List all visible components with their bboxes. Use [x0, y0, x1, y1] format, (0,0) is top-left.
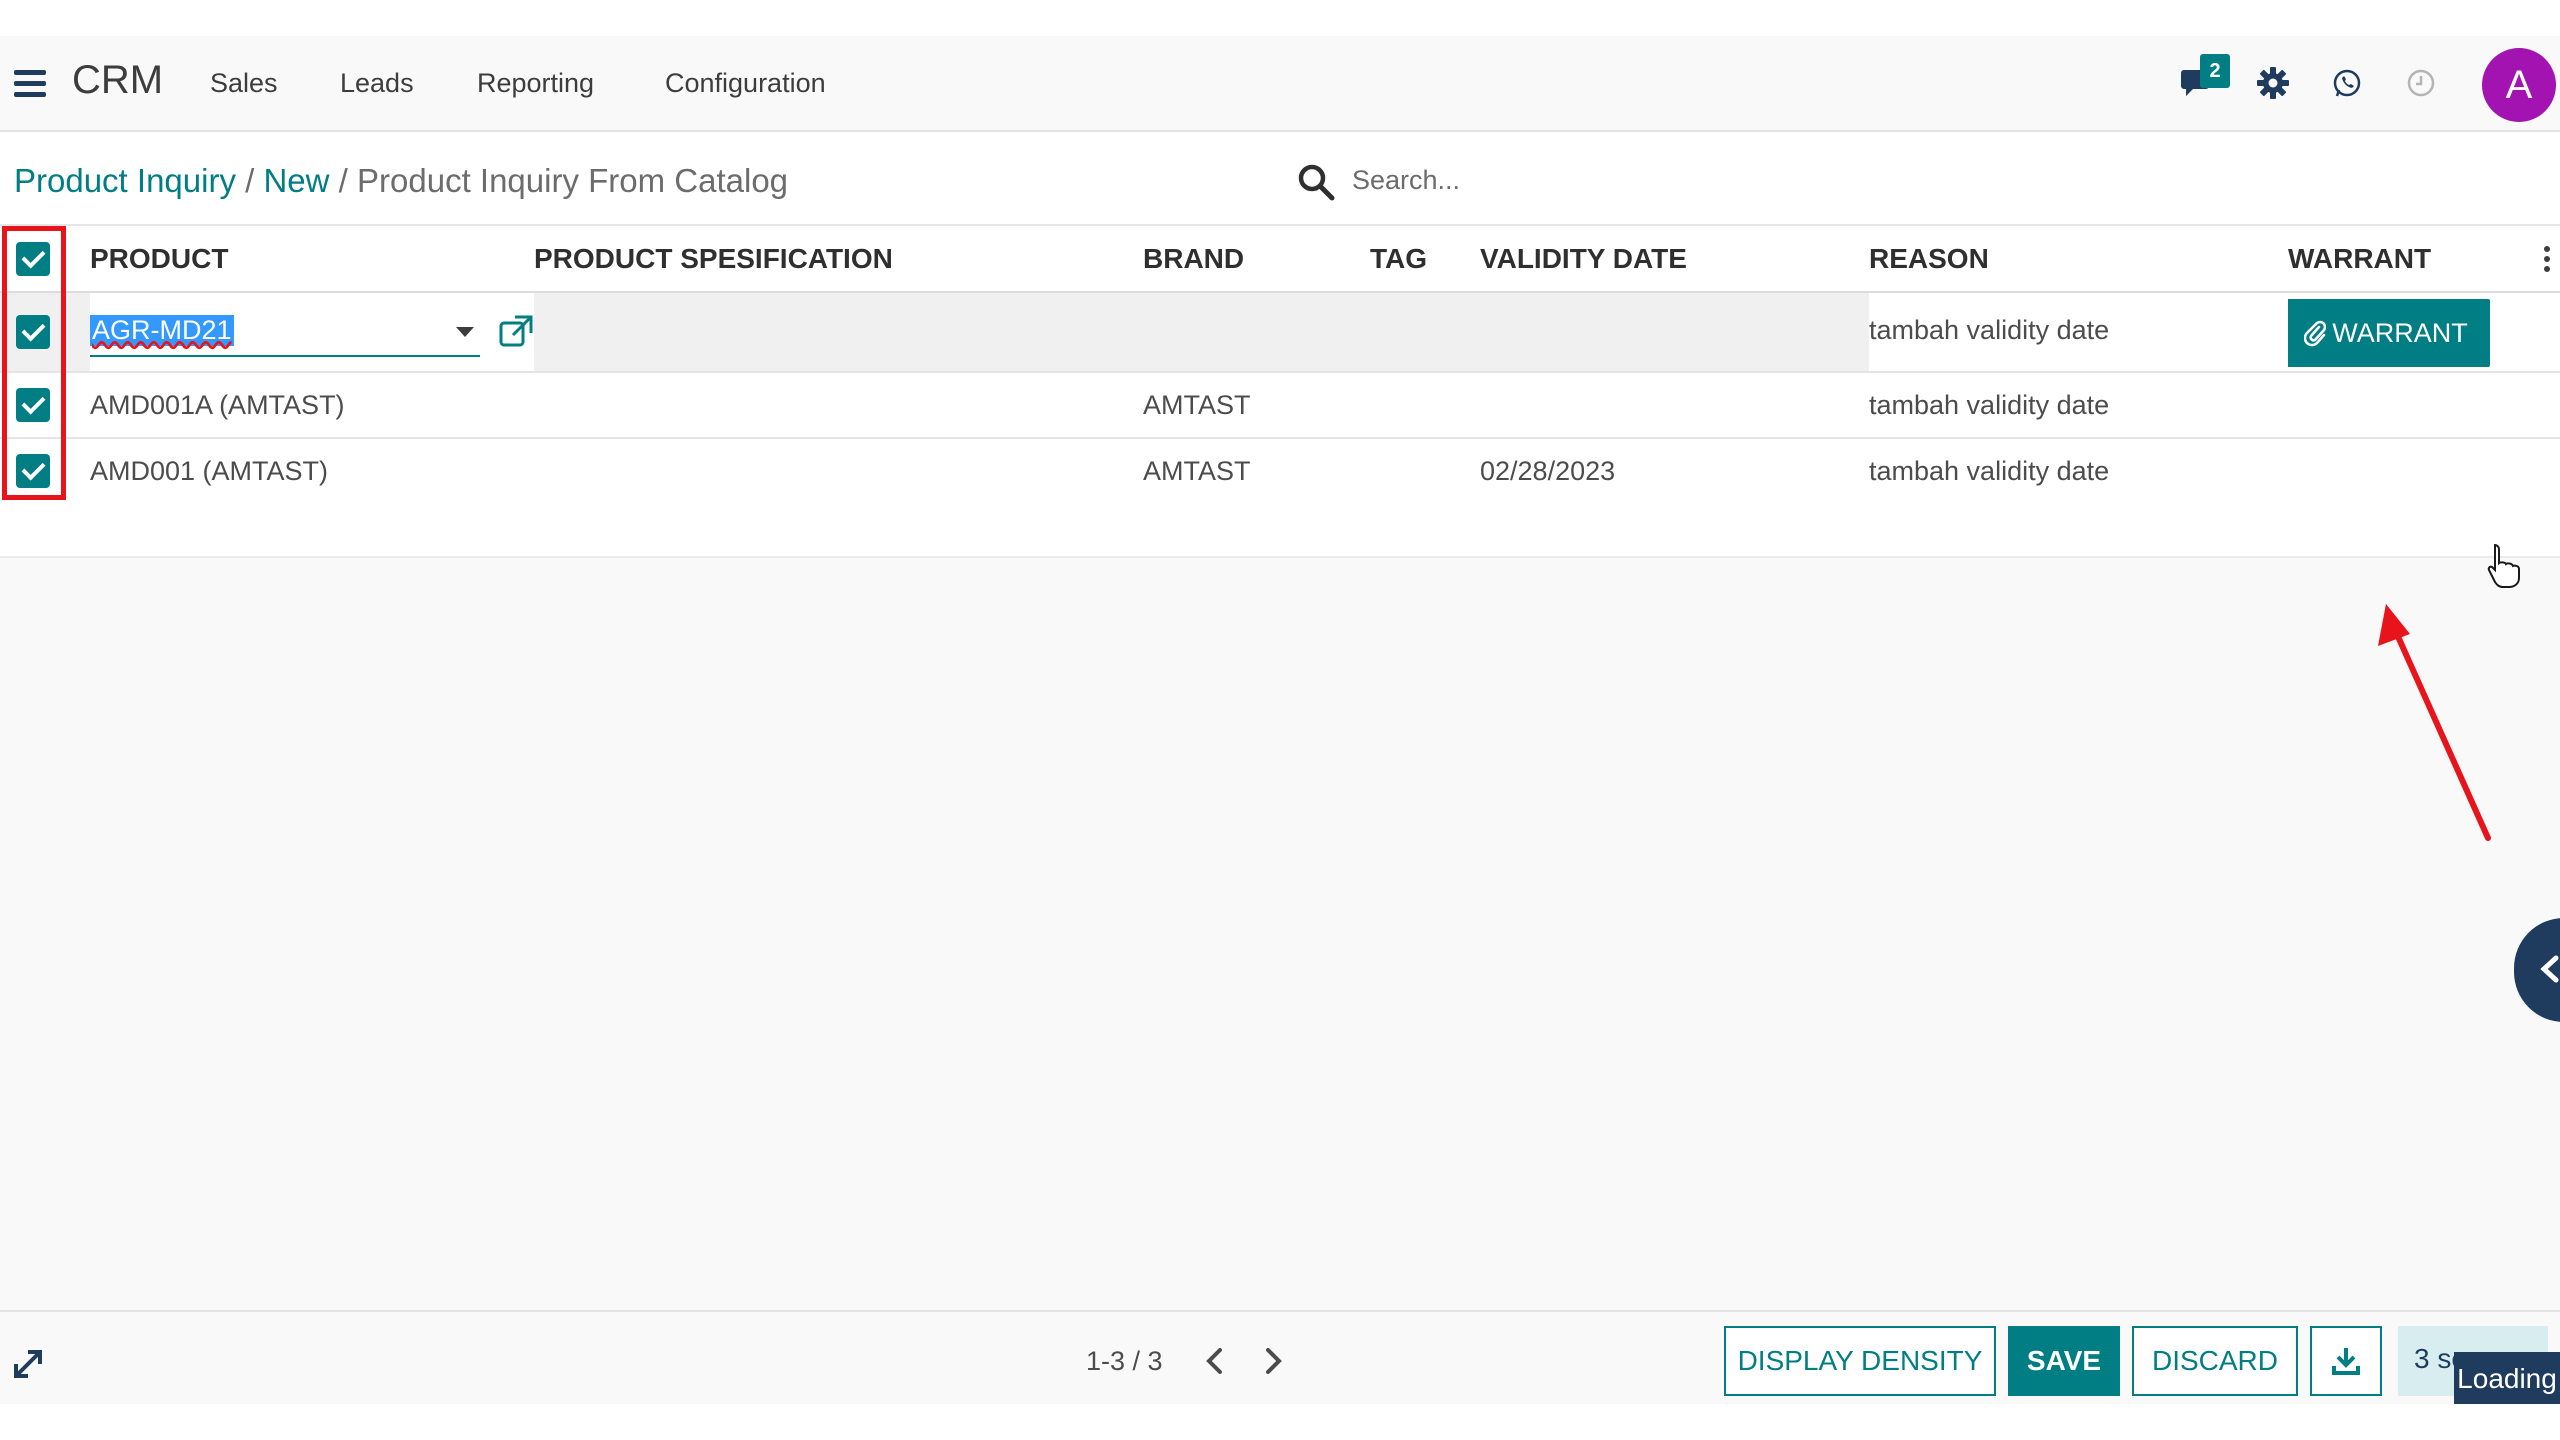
download-button[interactable] [2310, 1326, 2382, 1396]
select-all-checkbox[interactable] [16, 241, 50, 276]
whatsapp-icon[interactable] [2324, 60, 2370, 106]
tag-cell[interactable] [1370, 292, 1480, 373]
specification-cell[interactable] [534, 372, 1143, 439]
top-navbar: CRM Sales Leads Reporting Configuration … [0, 36, 2560, 132]
app-name[interactable]: CRM [72, 58, 163, 103]
expand-icon[interactable] [12, 1348, 44, 1380]
product-cell[interactable]: AMD001 (AMTAST) [90, 438, 534, 505]
table-row[interactable]: AGR-MD21 tambah validity date WARRANT [0, 292, 2560, 373]
warrant-cell: WARRANT [2288, 292, 2560, 373]
column-header-warrant[interactable]: WARRANT [2288, 226, 2560, 293]
brand-cell[interactable] [1143, 292, 1370, 373]
validity-date-cell[interactable] [1480, 292, 1869, 373]
paperclip-icon [2304, 320, 2327, 347]
row-checkbox[interactable] [16, 315, 50, 349]
list-view: PRODUCT PRODUCT SPESIFICATION BRAND TAG … [0, 226, 2560, 1310]
product-cell: AGR-MD21 [90, 292, 534, 373]
reason-cell[interactable]: tambah validity date [1869, 372, 2288, 439]
breadcrumb-current: Product Inquiry From Catalog [357, 162, 789, 199]
breadcrumb-separator: / [338, 162, 358, 199]
display-density-button[interactable]: DISPLAY DENSITY [1724, 1326, 1996, 1396]
annotation-arrow [2378, 604, 2491, 841]
brand-cell[interactable]: AMTAST [1143, 438, 1370, 505]
optional-columns-kebab-icon[interactable] [2544, 246, 2554, 276]
bottom-strip [0, 1404, 2560, 1440]
user-avatar[interactable]: A [2482, 48, 2556, 122]
product-inquiry-table: PRODUCT PRODUCT SPESIFICATION BRAND TAG … [0, 226, 2560, 505]
warrant-cell[interactable] [2288, 438, 2560, 505]
empty-row-band [0, 502, 2560, 558]
hamburger-menu-icon[interactable] [14, 70, 46, 100]
loading-indicator: Loading [2454, 1352, 2560, 1406]
table-row[interactable]: AMD001A (AMTAST) AMTAST tambah validity … [0, 372, 2560, 439]
table-row[interactable]: AMD001 (AMTAST) AMTAST 02/28/2023 tambah… [0, 438, 2560, 505]
row-select-cell [0, 438, 90, 505]
reason-cell[interactable]: tambah validity date [1869, 438, 2288, 505]
settings-gear-icon[interactable] [2250, 60, 2296, 106]
download-icon [2332, 1348, 2360, 1375]
top-strip [0, 0, 2560, 36]
nav-item-configuration[interactable]: Configuration [665, 68, 826, 99]
row-checkbox[interactable] [16, 454, 50, 488]
chatter-toggle-tab[interactable] [2514, 918, 2560, 1022]
product-many2one-field[interactable]: AGR-MD21 [90, 307, 480, 357]
breadcrumb: Product Inquiry / New / Product Inquiry … [14, 162, 788, 200]
warrant-cell[interactable] [2288, 372, 2560, 439]
nav-item-sales[interactable]: Sales [210, 68, 278, 99]
tag-cell[interactable] [1370, 372, 1480, 439]
column-header-product-specification[interactable]: PRODUCT SPESIFICATION [534, 226, 1143, 293]
brand-cell[interactable]: AMTAST [1143, 372, 1370, 439]
breadcrumb-item-new[interactable]: New [263, 162, 329, 199]
list-footer: 1-3 / 3 DISPLAY DENSITY SAVE DISCARD 3 s… [0, 1310, 2560, 1406]
column-header-product[interactable]: PRODUCT [90, 226, 534, 293]
activity-clock-icon[interactable] [2398, 60, 2444, 106]
specification-cell[interactable] [534, 292, 1143, 373]
column-header-validity-date[interactable]: VALIDITY DATE [1480, 226, 1869, 293]
pager-previous-icon[interactable] [1200, 1344, 1230, 1378]
row-select-cell [0, 292, 90, 373]
save-button[interactable]: SAVE [2008, 1326, 2120, 1396]
pointer-cursor-icon [2486, 542, 2520, 588]
product-input[interactable]: AGR-MD21 [90, 315, 234, 346]
table-header-row: PRODUCT PRODUCT SPESIFICATION BRAND TAG … [0, 226, 2560, 293]
column-header-brand[interactable]: BRAND [1143, 226, 1370, 293]
pager-value[interactable]: 1-3 / 3 [1086, 1346, 1163, 1377]
search-icon[interactable] [1296, 162, 1336, 202]
chevron-left-icon [2540, 955, 2559, 983]
tag-cell[interactable] [1370, 438, 1480, 505]
validity-date-cell[interactable]: 02/28/2023 [1480, 438, 1869, 505]
reason-cell[interactable]: tambah validity date [1869, 292, 2288, 373]
nav-item-reporting[interactable]: Reporting [477, 68, 594, 99]
external-link-icon[interactable] [498, 314, 534, 350]
row-checkbox[interactable] [16, 388, 50, 422]
column-header-reason[interactable]: REASON [1869, 226, 2288, 293]
pager-next-icon[interactable] [1258, 1344, 1288, 1378]
product-cell[interactable]: AMD001A (AMTAST) [90, 372, 534, 439]
column-header-tag[interactable]: TAG [1370, 226, 1480, 293]
search-input[interactable] [1352, 158, 2052, 202]
breadcrumb-item-product-inquiry[interactable]: Product Inquiry [14, 162, 236, 199]
warrant-button[interactable]: WARRANT [2288, 299, 2490, 367]
breadcrumb-separator: / [245, 162, 264, 199]
messages-count-badge: 2 [2200, 54, 2230, 88]
select-all-cell [0, 226, 90, 293]
discard-button[interactable]: DISCARD [2132, 1326, 2298, 1396]
specification-cell[interactable] [534, 438, 1143, 505]
row-select-cell [0, 372, 90, 439]
dropdown-caret-icon[interactable] [456, 327, 474, 337]
validity-date-cell[interactable] [1480, 372, 1869, 439]
control-panel: Product Inquiry / New / Product Inquiry … [0, 132, 2560, 226]
column-header-warrant-label: WARRANT [2288, 242, 2432, 274]
nav-item-leads[interactable]: Leads [340, 68, 414, 99]
warrant-button-label: WARRANT [2332, 317, 2468, 348]
